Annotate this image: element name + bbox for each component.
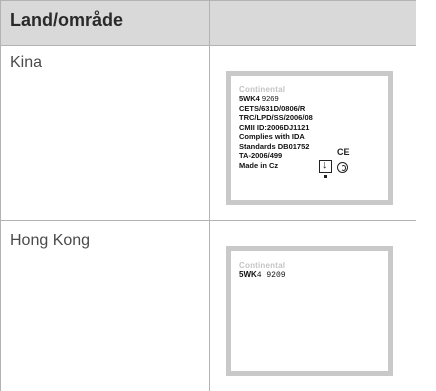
brand-name: Continental xyxy=(239,85,286,94)
approval-table: Land/område Kina Continental 5WK4 9269 C… xyxy=(0,0,436,391)
label-line: Made in Cz xyxy=(239,160,279,170)
label-line: Standards DB01752 xyxy=(239,141,310,151)
header-divider xyxy=(209,0,210,45)
header-bottom-border xyxy=(0,45,416,46)
label-text-block: Continental 5WK4 9209 xyxy=(239,261,286,281)
region-hong-kong: Hong Kong xyxy=(10,232,91,249)
region-china: Kina xyxy=(10,54,43,71)
row-divider xyxy=(0,220,416,221)
arrow-down-icon xyxy=(319,159,332,173)
approval-label-hong-kong: Continental 5WK4 9209 xyxy=(226,246,393,376)
label-code: 5WK4 9209 xyxy=(239,270,286,280)
label-text-block: Continental 5WK4 9269 CETS/631D/0806/R T… xyxy=(239,85,313,170)
label-line: TRC/LPD/SS/2006/08 xyxy=(239,113,313,122)
label-line: TA-2006/499 xyxy=(239,151,283,160)
column-divider xyxy=(209,45,210,391)
approval-label-china: Continental 5WK4 9269 CETS/631D/0806/R T… xyxy=(226,71,393,205)
label-line: Complies with IDA xyxy=(239,132,305,141)
brand-name: Continental xyxy=(239,261,286,270)
label-line: CMII ID:2006DJ1121 xyxy=(239,122,310,132)
left-border xyxy=(0,0,1,391)
top-border xyxy=(0,0,416,1)
recycle-icon xyxy=(337,162,348,173)
ce-mark: CE xyxy=(337,147,350,157)
dot-marker xyxy=(324,175,327,178)
label-line: 5WK4 9269 xyxy=(239,94,279,103)
label-line: CETS/631D/0806/R xyxy=(239,103,306,113)
header-country-region: Land/område xyxy=(10,10,124,30)
